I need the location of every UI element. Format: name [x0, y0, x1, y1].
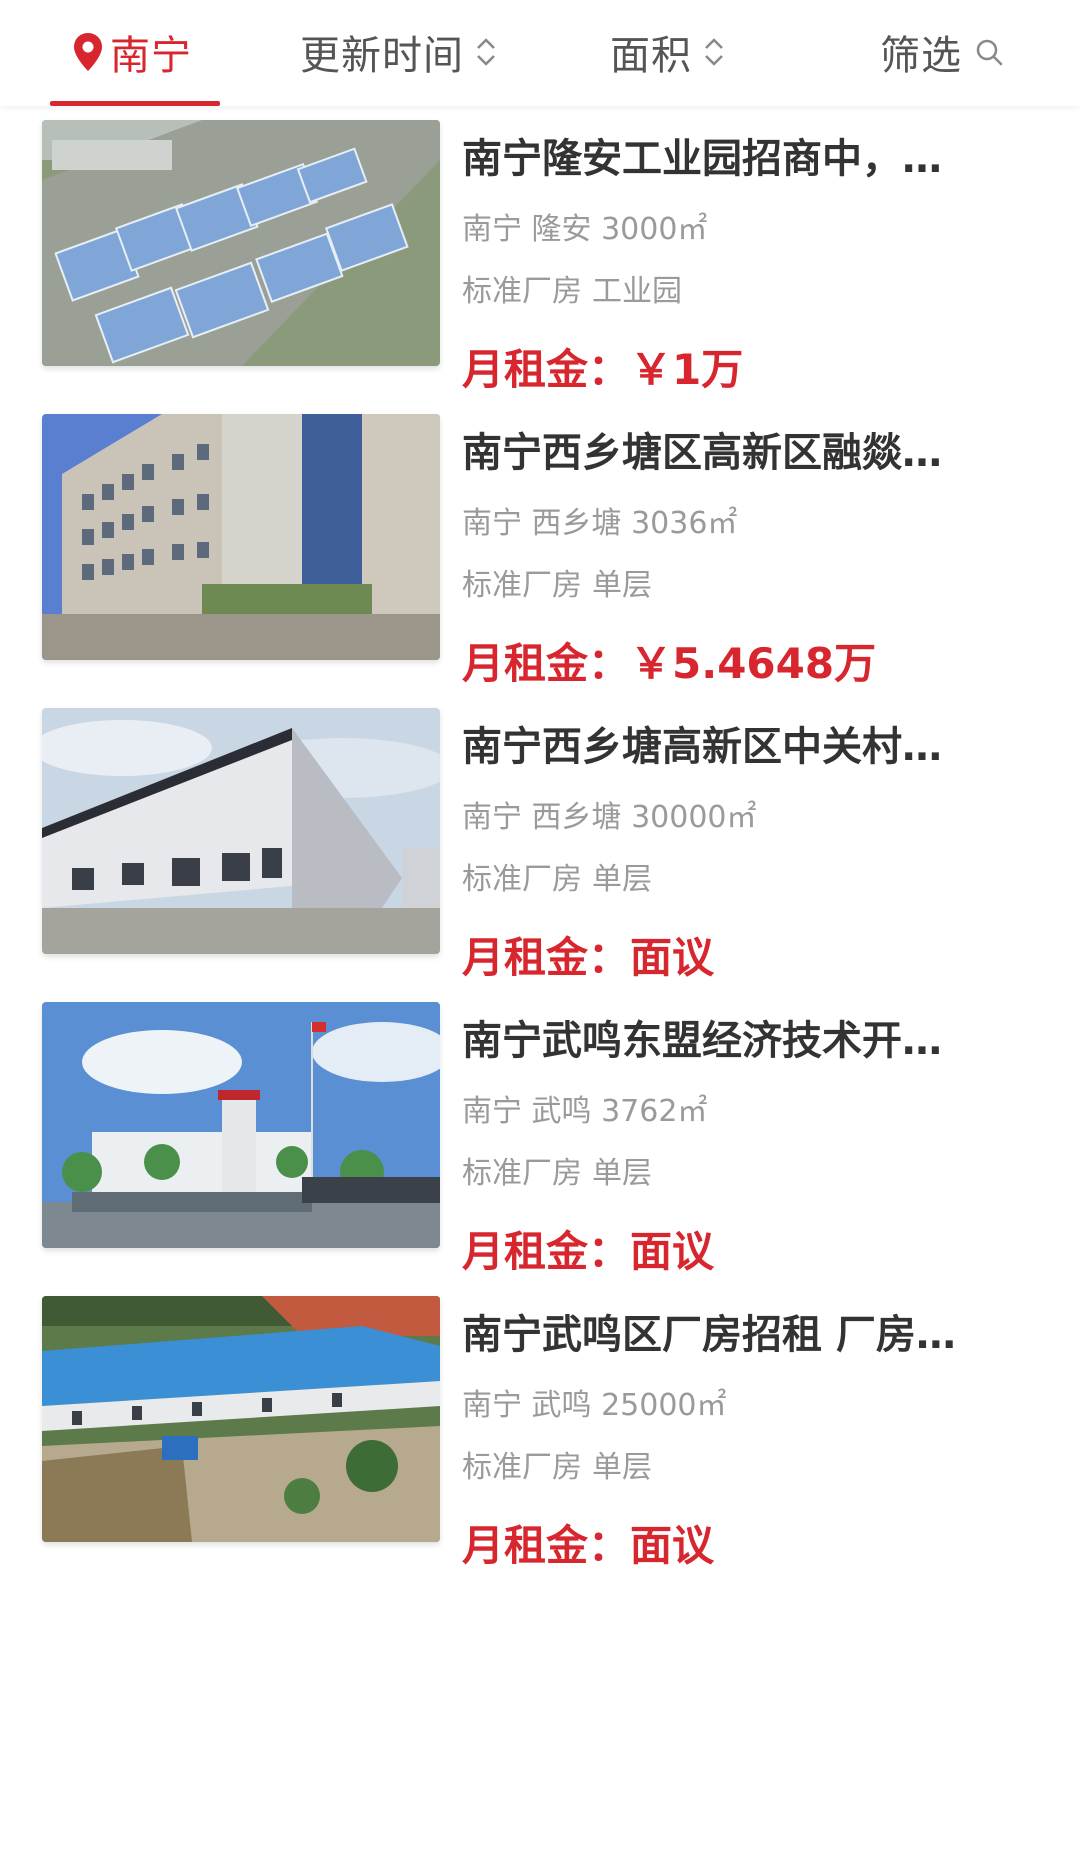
listing-location: 南宁 武鸣 25000㎡ [462, 1388, 727, 1423]
listing-title: 南宁西乡塘区高新区融燚… [462, 430, 942, 476]
filter-button[interactable]: 筛选 [880, 0, 1004, 104]
price-label: 月租金： [462, 639, 631, 688]
factory-gate-with-flagpoles-photo [42, 1002, 440, 1248]
listing-tag: 标准厂房 [462, 1156, 582, 1191]
price-label: 月租金： [462, 345, 631, 394]
price-value: 面议 [630, 933, 715, 982]
price-label: 月租金： [462, 933, 631, 982]
listing-tag: 单层 [592, 568, 652, 603]
listing-title: 南宁武鸣区厂房招租 厂房… [462, 1312, 956, 1358]
multi-storey-factory-photo [42, 414, 440, 660]
listing-tag: 工业园 [592, 274, 682, 309]
sort-update-label: 更新时间 [300, 33, 464, 79]
filter-label: 筛选 [880, 33, 962, 79]
listing-tag: 标准厂房 [462, 862, 582, 897]
sort-updown-icon [705, 38, 723, 66]
listing-title: 南宁隆安工业园招商中，… [462, 136, 942, 182]
city-label: 南宁 [110, 33, 192, 79]
sort-by-update-time[interactable]: 更新时间 [300, 0, 498, 104]
city-selector[interactable]: 南宁 [72, 0, 192, 104]
sort-updown-icon [477, 38, 495, 66]
listing-tags: 标准厂房 单层 [462, 1148, 652, 1192]
listing-price: 月租金：面议 [462, 1512, 714, 1573]
listing-price: 月租金：面议 [462, 924, 714, 985]
listing-price: 月租金：￥1万 [462, 336, 743, 397]
listing-price: 月租金：￥5.4648万 [462, 630, 876, 691]
listing-price: 月租金：面议 [462, 1218, 714, 1279]
listing-tag: 单层 [592, 862, 652, 897]
price-value: ￥1万 [630, 345, 744, 394]
location-pin-icon [74, 33, 102, 71]
blue-roof-factory-aerial-photo [42, 1296, 440, 1542]
listing-card[interactable]: 南宁武鸣区厂房招租 厂房… 南宁 武鸣 25000㎡ 标准厂房 单层 月租金：面议 [0, 1282, 1080, 1630]
price-value: ￥5.4648万 [630, 639, 877, 688]
search-icon [976, 39, 1003, 66]
price-label: 月租金： [462, 1521, 631, 1570]
listing-location: 南宁 武鸣 3762㎡ [462, 1094, 708, 1129]
listing-tags: 标准厂房 单层 [462, 854, 652, 898]
listing-tags: 标准厂房 单层 [462, 1442, 652, 1486]
listing-tags: 标准厂房 工业园 [462, 266, 682, 310]
filter-bar: 南宁 更新时间 面积 筛选 [0, 0, 1080, 106]
listing-title: 南宁武鸣东盟经济技术开… [462, 1018, 942, 1064]
listing-tag: 单层 [592, 1156, 652, 1191]
aerial-industrial-park-photo [42, 120, 440, 366]
listing-location: 南宁 隆安 3000㎡ [462, 212, 708, 247]
price-value: 面议 [630, 1521, 715, 1570]
large-steel-warehouse-photo [42, 708, 440, 954]
sort-by-area[interactable]: 面积 [610, 0, 726, 104]
price-label: 月租金： [462, 1227, 631, 1276]
sort-area-label: 面积 [610, 33, 692, 79]
listing-tag: 标准厂房 [462, 568, 582, 603]
listing-tag: 标准厂房 [462, 1450, 582, 1485]
listing-location: 南宁 西乡塘 3036㎡ [462, 506, 738, 541]
listing-tags: 标准厂房 单层 [462, 560, 652, 604]
listing-title: 南宁西乡塘高新区中关村… [462, 724, 942, 770]
listing-location: 南宁 西乡塘 30000㎡ [462, 800, 757, 835]
listing-tag: 标准厂房 [462, 274, 582, 309]
listing-tag: 单层 [592, 1450, 652, 1485]
price-value: 面议 [630, 1227, 715, 1276]
